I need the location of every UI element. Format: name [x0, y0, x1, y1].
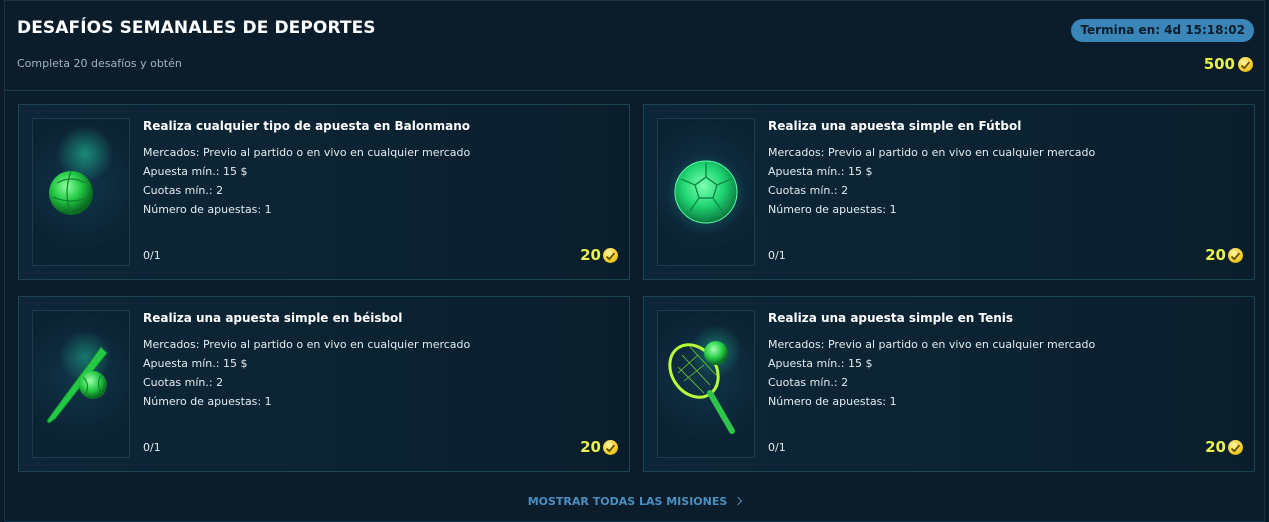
coin-icon [603, 439, 618, 455]
challenge-card[interactable]: Realiza una apuesta simple en béisbol Me… [18, 296, 630, 472]
card-progress: 0/1 [143, 441, 161, 454]
card-title: Realiza una apuesta simple en Tenis [768, 311, 1014, 325]
card-title: Realiza una apuesta simple en Fútbol [768, 119, 1022, 133]
card-reward: 20 [1205, 246, 1243, 264]
page-subtitle: Completa 20 desafíos y obtén [17, 57, 182, 70]
coin-icon [1228, 439, 1243, 455]
card-min-odds: Cuotas mín.: 2 [143, 184, 224, 197]
card-progress: 0/1 [768, 441, 786, 454]
card-min-stake: Apuesta mín.: 15 $ [768, 357, 873, 370]
card-reward: 20 [580, 246, 618, 264]
challenge-card[interactable]: Realiza cualquier tipo de apuesta en Bal… [18, 104, 630, 280]
card-min-odds: Cuotas mín.: 2 [768, 376, 849, 389]
handball-icon [32, 118, 130, 266]
card-reward-value: 20 [580, 246, 601, 264]
total-reward-value: 500 [1203, 55, 1235, 73]
card-min-stake: Apuesta mín.: 15 $ [143, 357, 248, 370]
coin-icon [1228, 247, 1243, 263]
card-min-stake: Apuesta mín.: 15 $ [143, 165, 248, 178]
show-all-missions-label: MOSTRAR TODAS LAS MISIONES [527, 495, 728, 508]
card-reward-value: 20 [1205, 438, 1226, 456]
challenge-card[interactable]: Realiza una apuesta simple en Tenis Merc… [643, 296, 1255, 472]
card-markets: Mercados: Previo al partido o en vivo en… [143, 338, 471, 351]
card-min-stake: Apuesta mín.: 15 $ [768, 165, 873, 178]
page-title: DESAFÍOS SEMANALES DE DEPORTES [17, 18, 376, 38]
soccer-ball-icon [657, 118, 755, 266]
card-reward-value: 20 [1205, 246, 1226, 264]
card-markets: Mercados: Previo al partido o en vivo en… [768, 146, 1096, 159]
card-markets: Mercados: Previo al partido o en vivo en… [143, 146, 471, 159]
coin-icon [603, 247, 618, 263]
tennis-racket-icon [657, 310, 755, 458]
card-num-bets: Número de apuestas: 1 [143, 203, 272, 216]
card-progress: 0/1 [768, 249, 786, 262]
total-reward: 500 [1204, 54, 1253, 74]
card-min-odds: Cuotas mín.: 2 [143, 376, 224, 389]
show-all-missions-link[interactable]: MOSTRAR TODAS LAS MISIONES [5, 495, 1264, 508]
card-num-bets: Número de apuestas: 1 [768, 203, 897, 216]
card-progress: 0/1 [143, 249, 161, 262]
card-min-odds: Cuotas mín.: 2 [768, 184, 849, 197]
weekly-challenges-panel: DESAFÍOS SEMANALES DE DEPORTES Completa … [4, 0, 1265, 522]
baseball-bat-icon [32, 310, 130, 458]
card-reward: 20 [580, 438, 618, 456]
panel-header: DESAFÍOS SEMANALES DE DEPORTES Completa … [5, 1, 1264, 91]
card-num-bets: Número de apuestas: 1 [143, 395, 272, 408]
coin-icon [1238, 56, 1253, 72]
chevron-right-icon [734, 496, 743, 506]
card-title: Realiza una apuesta simple en béisbol [143, 311, 403, 325]
challenge-card[interactable]: Realiza una apuesta simple en Fútbol Mer… [643, 104, 1255, 280]
card-reward-value: 20 [580, 438, 601, 456]
card-title: Realiza cualquier tipo de apuesta en Bal… [143, 119, 470, 133]
card-markets: Mercados: Previo al partido o en vivo en… [768, 338, 1096, 351]
countdown-badge: Termina en: 4d 15:18:02 [1071, 19, 1254, 42]
card-num-bets: Número de apuestas: 1 [768, 395, 897, 408]
card-reward: 20 [1205, 438, 1243, 456]
